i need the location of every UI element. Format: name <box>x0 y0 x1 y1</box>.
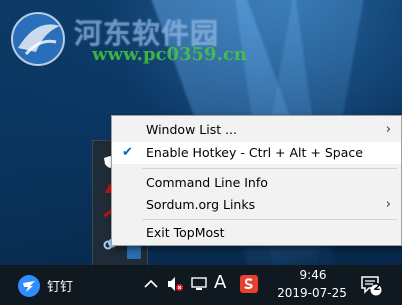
taskbar-app-dingtalk[interactable]: 钉钉 <box>12 271 82 299</box>
sogou-icon[interactable] <box>240 275 258 293</box>
watermark-url: www.pc0359.cn <box>92 44 247 65</box>
menu-item-command-line-info[interactable]: Command Line Info <box>112 172 401 194</box>
context-menu: Window List ... › ✔ Enable Hotkey - Ctrl… <box>111 115 402 246</box>
dingtalk-icon <box>18 275 40 297</box>
chevron-right-icon: › <box>385 197 391 212</box>
network-icon[interactable] <box>191 276 207 292</box>
chevron-up-icon[interactable] <box>144 279 158 289</box>
menu-item-label: Exit TopMost <box>146 225 225 240</box>
selected-tray-slot[interactable] <box>127 245 141 259</box>
menu-item-window-list[interactable]: Window List ... › <box>112 119 401 141</box>
ime-icon[interactable]: A <box>214 272 226 293</box>
checkmark-icon: ✔ <box>122 145 133 160</box>
watermark-logo <box>11 12 65 66</box>
volume-muted-icon[interactable] <box>166 275 184 293</box>
menu-item-label: Window List ... <box>146 122 238 137</box>
menu-separator <box>142 219 397 220</box>
clock-time[interactable]: 9:46 <box>290 268 336 282</box>
menu-item-enable-hotkey[interactable]: ✔ Enable Hotkey - Ctrl + Alt + Space <box>112 142 401 164</box>
notification-count-badge: 2 <box>373 282 381 293</box>
chevron-right-icon: › <box>385 122 391 137</box>
menu-item-sordum-links[interactable]: Sordum.org Links › <box>112 194 401 216</box>
taskbar-app-label: 钉钉 <box>47 280 74 295</box>
menu-item-label: Sordum.org Links <box>146 197 256 212</box>
menu-item-exit-topmost[interactable]: Exit TopMost <box>112 222 401 244</box>
menu-separator <box>142 168 397 169</box>
taskbar: 钉钉 A 9:46 2019-07-25 2 <box>0 265 402 305</box>
menu-item-label: Enable Hotkey - Ctrl + Alt + Space <box>146 145 363 160</box>
clock-date[interactable]: 2019-07-25 <box>272 286 352 300</box>
menu-item-label: Command Line Info <box>146 175 268 190</box>
